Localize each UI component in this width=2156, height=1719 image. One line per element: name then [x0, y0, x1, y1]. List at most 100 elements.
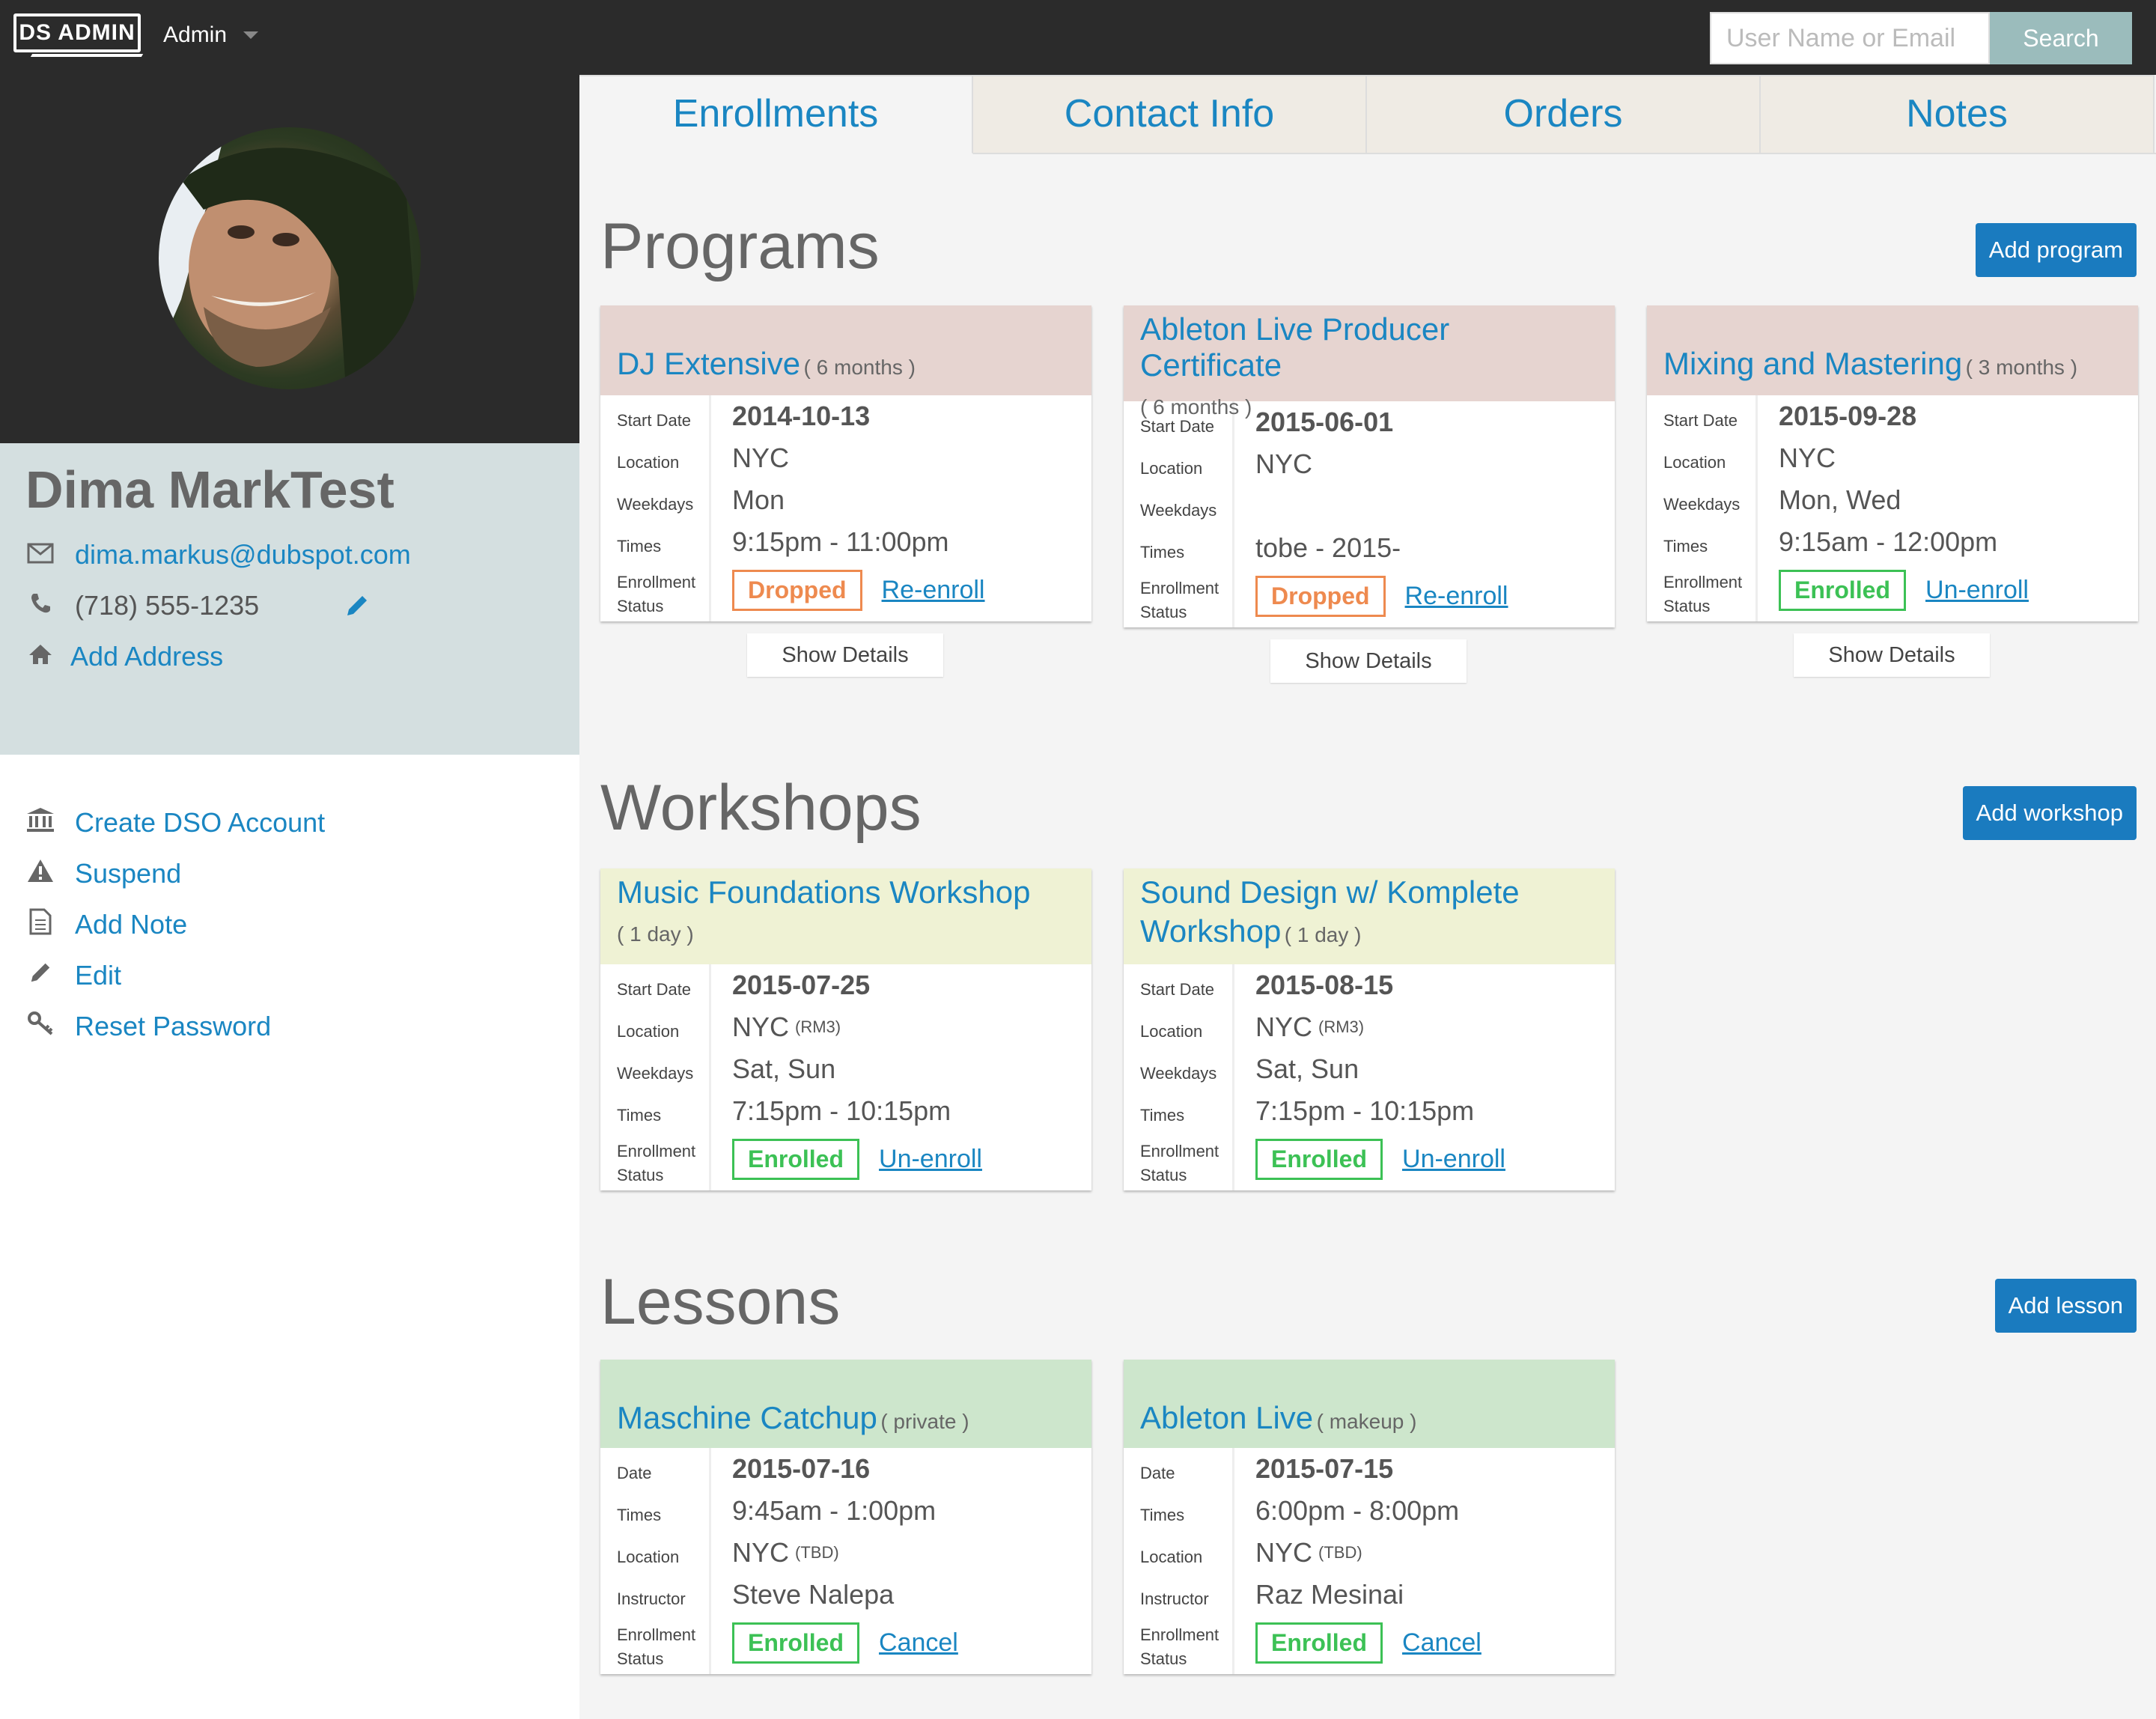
- label-start-date: Start Date: [1140, 980, 1215, 999]
- location-value: NYC: [1255, 1011, 1313, 1042]
- label-location: Location: [617, 1548, 680, 1566]
- account-actions: Create DSO Account Suspend Add Note Edit…: [25, 797, 325, 1052]
- show-details-button[interactable]: Show Details: [1794, 633, 1990, 677]
- program-name[interactable]: Ableton Live Producer Certificate: [1140, 311, 1449, 383]
- label-instructor: Instructor: [617, 1589, 686, 1608]
- program-duration: ( 6 months ): [803, 356, 916, 379]
- create-dso-account-action[interactable]: Create DSO Account: [25, 797, 325, 848]
- search-button[interactable]: Search: [1990, 12, 2132, 64]
- lesson-name[interactable]: Ableton Live: [1140, 1400, 1313, 1435]
- suspend-action[interactable]: Suspend: [25, 848, 325, 899]
- label-enrollment-status: Enrollment Status: [617, 1625, 696, 1668]
- profile-header: [0, 75, 579, 443]
- lesson-card: Maschine Catchup ( private ) Date Times …: [600, 1360, 1091, 1674]
- status-badge: Dropped: [1255, 575, 1386, 617]
- re-enroll-link[interactable]: Re-enroll: [1405, 582, 1508, 611]
- un-enroll-link[interactable]: Un-enroll: [1402, 1145, 1505, 1174]
- document-icon: [25, 908, 55, 942]
- email-row: dima.markus@dubspot.com: [25, 539, 411, 571]
- label-weekdays: Weekdays: [1140, 501, 1217, 520]
- profile-info: Dima MarkTest dima.markus@dubspot.com (7…: [0, 443, 579, 755]
- ds-admin-logo[interactable]: DS ADMIN: [13, 13, 141, 52]
- caret-down-icon: [243, 31, 259, 39]
- status-row: Dropped Re-enroll: [732, 563, 1091, 617]
- label-times: Times: [1140, 1106, 1185, 1125]
- reset-password-action[interactable]: Reset Password: [25, 1001, 325, 1052]
- tab-notes[interactable]: Notes: [1761, 75, 2155, 153]
- start-date-value: 2015-08-15: [1255, 970, 1394, 1000]
- edit-link[interactable]: Edit: [75, 960, 121, 991]
- pencil-icon[interactable]: [344, 593, 370, 625]
- create-dso-account-link[interactable]: Create DSO Account: [75, 807, 325, 839]
- cancel-link[interactable]: Cancel: [879, 1628, 958, 1658]
- un-enroll-link[interactable]: Un-enroll: [1925, 576, 2029, 605]
- times-value: tobe - 2015-: [1255, 532, 1401, 563]
- add-program-button[interactable]: Add program: [1975, 223, 2137, 277]
- search-input[interactable]: [1710, 12, 1990, 64]
- lesson-card-header: Ableton Live ( makeup ): [1124, 1360, 1615, 1448]
- label-weekdays: Weekdays: [1140, 1064, 1217, 1083]
- add-note-link[interactable]: Add Note: [75, 909, 187, 940]
- program-name[interactable]: Mixing and Mastering: [1663, 346, 1962, 381]
- start-date-value: 2014-10-13: [732, 401, 871, 431]
- add-workshop-button[interactable]: Add workshop: [1962, 786, 2137, 840]
- location-value: NYC: [732, 1537, 790, 1568]
- add-address-link[interactable]: Add Address: [70, 641, 223, 672]
- label-times: Times: [617, 537, 662, 556]
- workshops-title: Workshops: [600, 772, 922, 844]
- location-value: NYC: [732, 442, 790, 473]
- location-value: NYC: [732, 1011, 790, 1042]
- tab-contact-info[interactable]: Contact Info: [973, 75, 1367, 153]
- add-note-action[interactable]: Add Note: [25, 899, 325, 950]
- reset-password-link[interactable]: Reset Password: [75, 1011, 271, 1042]
- program-name[interactable]: DJ Extensive: [617, 346, 800, 381]
- tab-orders[interactable]: Orders: [1367, 75, 1761, 153]
- date-value: 2015-07-16: [732, 1453, 871, 1484]
- user-name: Dima MarkTest: [25, 460, 395, 519]
- status-badge: Enrolled: [732, 1138, 860, 1180]
- re-enroll-link[interactable]: Re-enroll: [882, 576, 985, 605]
- show-details-button[interactable]: Show Details: [747, 633, 943, 677]
- suspend-link[interactable]: Suspend: [75, 858, 181, 889]
- top-bar: DS ADMIN Admin Search: [0, 0, 2156, 75]
- un-enroll-link[interactable]: Un-enroll: [879, 1145, 982, 1174]
- admin-dropdown[interactable]: Admin: [163, 22, 259, 48]
- lesson-name[interactable]: Maschine Catchup: [617, 1400, 877, 1435]
- program-details: Start Date Location Weekdays Times Enrol…: [1124, 401, 1615, 627]
- workshop-name[interactable]: Music Foundations Workshop: [617, 874, 1030, 910]
- workshop-name-line2[interactable]: Workshop: [1140, 913, 1281, 949]
- location-row: NYC (TBD): [1255, 1532, 1615, 1574]
- status-badge: Enrolled: [1255, 1622, 1383, 1664]
- tab-bar: Enrollments Contact Info Orders Notes: [579, 75, 2156, 154]
- weekdays-value: Mon: [732, 484, 785, 515]
- workshop-name-line1[interactable]: Sound Design w/ Komplete: [1140, 874, 1520, 910]
- label-weekdays: Weekdays: [1663, 495, 1741, 514]
- weekdays-value: Mon, Wed: [1779, 484, 1901, 515]
- weekdays-value: [1255, 485, 1615, 527]
- add-lesson-button[interactable]: Add lesson: [1994, 1279, 2137, 1333]
- workshop-card: Sound Design w/ Komplete Workshop ( 1 da…: [1124, 868, 1615, 1190]
- status-badge: Dropped: [732, 569, 862, 611]
- label-start-date: Start Date: [617, 980, 692, 999]
- edit-action[interactable]: Edit: [25, 950, 325, 1001]
- location-value: NYC: [1255, 448, 1313, 479]
- program-card-header: Mixing and Mastering ( 3 months ): [1647, 305, 2138, 395]
- label-enrollment-status: Enrollment Status: [1663, 573, 1743, 615]
- workshop-card-header: Music Foundations Workshop ( 1 day ): [600, 868, 1091, 964]
- cancel-link[interactable]: Cancel: [1402, 1628, 1482, 1658]
- label-times: Times: [1663, 537, 1708, 556]
- times-value: 6:00pm - 8:00pm: [1255, 1495, 1460, 1526]
- show-details-button[interactable]: Show Details: [1270, 639, 1467, 683]
- label-location: Location: [617, 453, 680, 472]
- tab-enrollments[interactable]: Enrollments: [579, 75, 973, 154]
- pencil-icon: [25, 960, 55, 991]
- workshop-card: Music Foundations Workshop ( 1 day ) Sta…: [600, 868, 1091, 1190]
- programs-title: Programs: [600, 210, 880, 282]
- times-value: 7:15pm - 10:15pm: [732, 1095, 951, 1126]
- program-duration: ( 6 months ): [1140, 395, 1252, 419]
- lesson-details: Date Times Location Instructor Enrollmen…: [1124, 1448, 1615, 1674]
- phone-icon: [25, 590, 55, 621]
- status-row: Enrolled Un-enroll: [732, 1132, 1091, 1186]
- email-link[interactable]: dima.markus@dubspot.com: [75, 539, 411, 571]
- start-date-value: 2015-07-25: [732, 970, 871, 1000]
